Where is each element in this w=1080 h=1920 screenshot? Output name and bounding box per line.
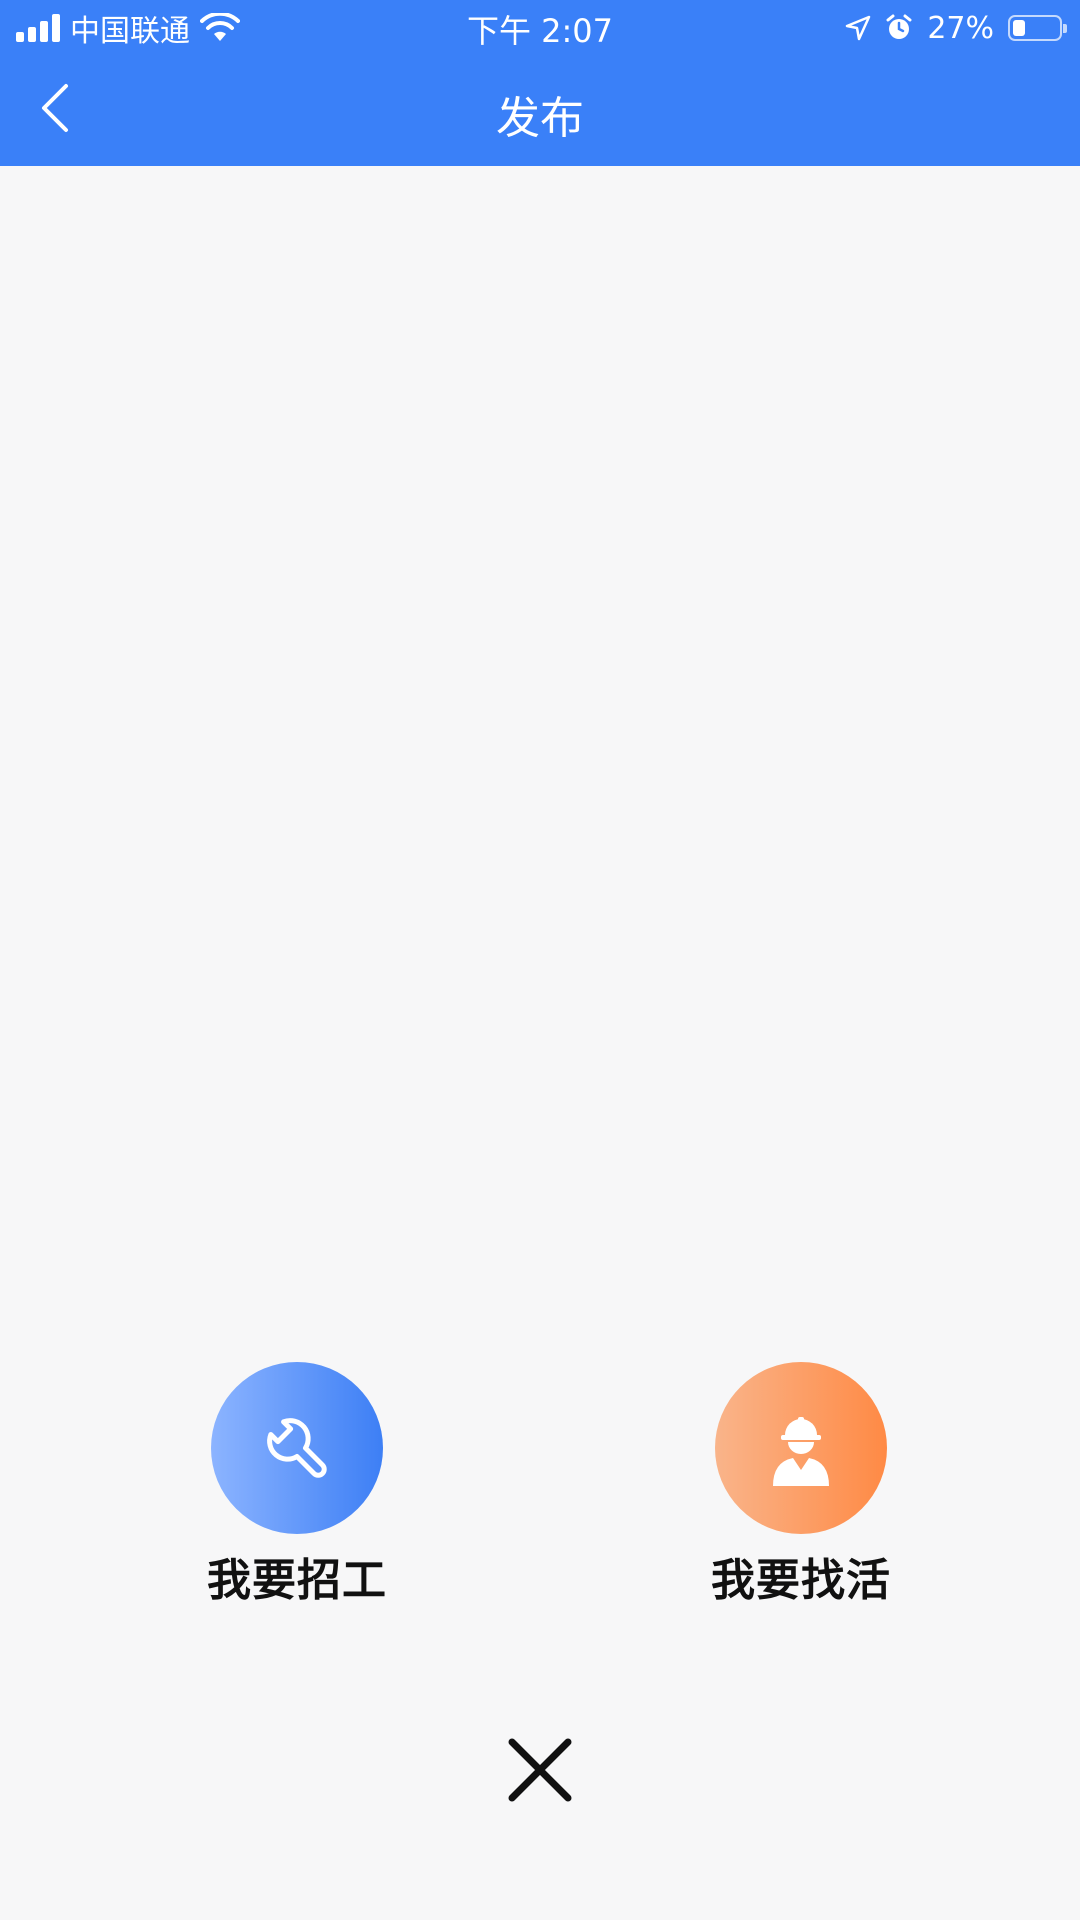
wrench-icon (267, 1418, 327, 1478)
battery-percent: 27% (927, 10, 994, 46)
location-arrow-icon (846, 15, 871, 41)
worker-hardhat-icon (773, 1417, 829, 1486)
close-icon (508, 1738, 572, 1802)
hire-icon-circle (211, 1362, 383, 1534)
find-work-button[interactable]: 我要找活 (671, 1362, 931, 1608)
top-bar: 中国联通 下午 2:07 27% 发布 (0, 0, 1080, 166)
status-right: 27% (845, 8, 1067, 48)
nav-bar: 发布 (0, 54, 1080, 166)
battery-icon (1008, 15, 1067, 41)
hire-workers-button[interactable]: 我要招工 (167, 1362, 427, 1608)
close-button[interactable] (500, 1730, 580, 1810)
alarm-icon (886, 14, 912, 39)
hire-workers-label: 我要招工 (207, 1555, 387, 1606)
find-work-label: 我要找活 (711, 1555, 891, 1606)
find-work-icon-circle (715, 1362, 887, 1534)
page-title: 发布 (496, 93, 584, 144)
status-bar: 中国联通 下午 2:07 27% (0, 0, 1080, 54)
